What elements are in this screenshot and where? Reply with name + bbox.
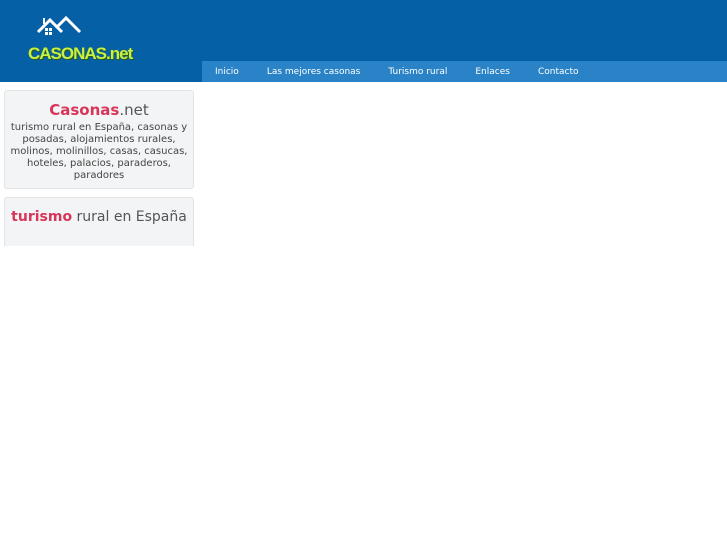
logo-tld: .net xyxy=(106,44,133,63)
sidebar-section-box: turismo rural en España xyxy=(4,197,194,246)
logo-name: CASONAS xyxy=(28,44,107,63)
house-roof-icon xyxy=(36,15,82,35)
logo-text: CASONAS.net xyxy=(28,44,133,64)
main-nav: Inicio Las mejores casonas Turismo rural… xyxy=(202,61,727,82)
title-rest: .net xyxy=(119,101,149,119)
section-title-highlight: turismo xyxy=(11,209,73,225)
section-title-rest: rural en España xyxy=(72,209,187,225)
sidebar-intro-text: turismo rural en España, casonas y posad… xyxy=(10,122,188,181)
site-logo[interactable]: CASONAS.net xyxy=(28,14,133,66)
nav-item-las-mejores-casonas[interactable]: Las mejores casonas xyxy=(267,67,361,77)
nav-item-contacto[interactable]: Contacto xyxy=(538,67,579,77)
nav-item-enlaces[interactable]: Enlaces xyxy=(475,67,510,77)
title-highlight: Casonas xyxy=(49,101,120,119)
sidebar-section-title: turismo rural en España xyxy=(5,208,193,226)
sidebar-intro-title: Casonas.net xyxy=(5,101,193,119)
nav-item-turismo-rural[interactable]: Turismo rural xyxy=(388,67,447,77)
nav-item-inicio[interactable]: Inicio xyxy=(215,67,239,77)
sidebar-intro-box: Casonas.net turismo rural en España, cas… xyxy=(4,90,194,189)
